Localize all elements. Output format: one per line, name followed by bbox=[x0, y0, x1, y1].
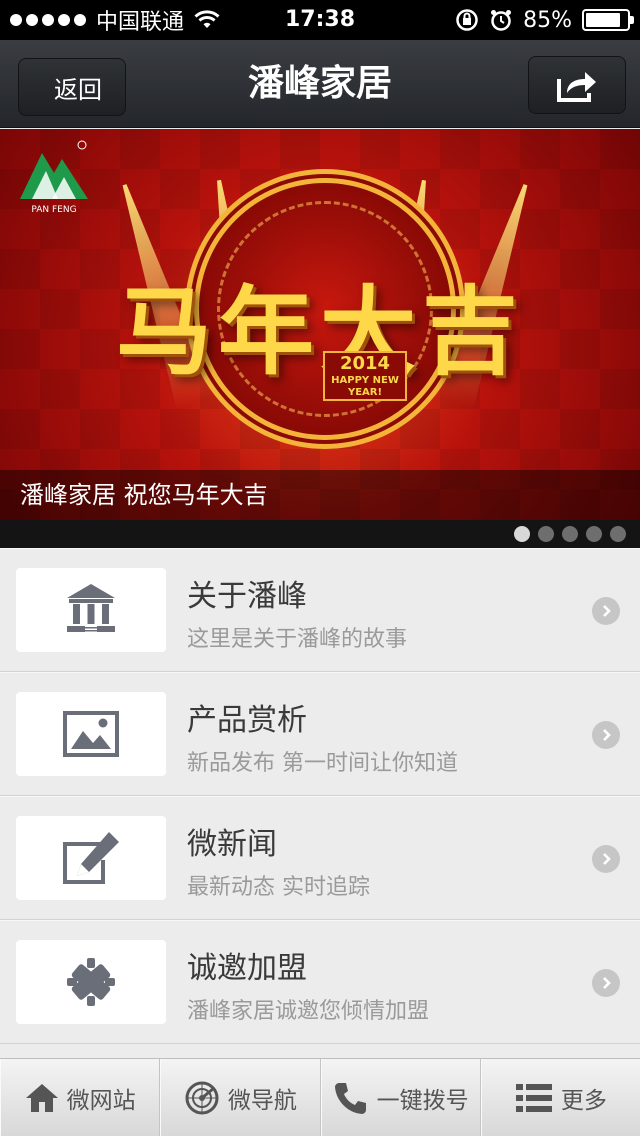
list-icon bbox=[515, 1083, 552, 1112]
tab-micro-site[interactable]: 微网站 bbox=[0, 1059, 161, 1136]
menu-item-subtitle: 最新动态 实时追踪 bbox=[187, 875, 370, 900]
mountain-logo-icon bbox=[20, 140, 88, 199]
radar-icon bbox=[185, 1081, 219, 1114]
menu-item-thumb bbox=[16, 940, 166, 1024]
status-right: 85% bbox=[455, 0, 634, 40]
alarm-icon bbox=[491, 10, 512, 31]
carousel-dots[interactable] bbox=[514, 520, 626, 548]
handshake-icon bbox=[67, 958, 115, 1006]
carousel-dot[interactable] bbox=[586, 526, 602, 542]
brand-logo: PAN FENG bbox=[18, 139, 90, 215]
menu-item-subtitle: 潘峰家居诚邀您倾情加盟 bbox=[187, 999, 430, 1024]
year-badge: 2014 HAPPY NEW YEAR! bbox=[323, 351, 407, 401]
tab-call[interactable]: 一键拨号 bbox=[320, 1059, 481, 1136]
menu-item-news[interactable]: 微新闻 最新动态 实时追踪 bbox=[0, 796, 640, 920]
share-button[interactable] bbox=[528, 56, 626, 114]
menu-item-thumb bbox=[16, 568, 166, 652]
battery-icon bbox=[582, 9, 634, 31]
promo-banner[interactable]: 马年大吉 2014 HAPPY NEW YEAR! PAN FENG 潘峰家居 … bbox=[0, 129, 640, 520]
back-button-label: 返回 bbox=[54, 75, 102, 104]
tab-label: 微导航 bbox=[227, 1087, 297, 1114]
tab-navigation[interactable]: 微导航 bbox=[160, 1059, 321, 1136]
menu-item-franchise[interactable]: 诚邀加盟 潘峰家居诚邀您倾情加盟 bbox=[0, 920, 640, 1044]
carousel-pager bbox=[0, 520, 640, 548]
menu-item-title: 微新闻 bbox=[187, 827, 277, 862]
chevron-right-icon bbox=[592, 721, 620, 749]
edit-icon bbox=[63, 832, 119, 884]
carousel-dot[interactable] bbox=[610, 526, 626, 542]
menu-item-thumb bbox=[16, 692, 166, 776]
menu-item-thumb bbox=[16, 816, 166, 900]
logo-text: PAN FENG bbox=[31, 205, 77, 215]
menu-item-title: 诚邀加盟 bbox=[187, 951, 307, 986]
menu-item-title: 关于潘峰 bbox=[187, 579, 307, 614]
chevron-right-icon bbox=[592, 969, 620, 997]
battery-fill bbox=[586, 13, 620, 27]
status-bar: 中国联通 17:38 85% bbox=[0, 0, 640, 40]
share-icon bbox=[557, 72, 596, 102]
menu-item-about[interactable]: 关于潘峰 这里是关于潘峰的故事 bbox=[0, 548, 640, 672]
menu-item-title: 产品赏析 bbox=[187, 703, 307, 738]
menu-list: 关于潘峰 这里是关于潘峰的故事 产品赏析 新品发布 第一时间让你知道 微新闻 最… bbox=[0, 548, 640, 1044]
tab-more[interactable]: 更多 bbox=[480, 1059, 640, 1136]
carousel-dot[interactable] bbox=[562, 526, 578, 542]
tab-label: 一键拨号 bbox=[376, 1087, 469, 1114]
menu-item-subtitle: 新品发布 第一时间让你知道 bbox=[187, 751, 458, 776]
year-text: 2014 bbox=[339, 353, 391, 374]
menu-item-products[interactable]: 产品赏析 新品发布 第一时间让你知道 bbox=[0, 672, 640, 796]
carousel-dot[interactable] bbox=[538, 526, 554, 542]
chevron-right-icon bbox=[592, 597, 620, 625]
bank-icon bbox=[67, 584, 115, 632]
rotation-lock-icon bbox=[456, 9, 478, 31]
menu-item-subtitle: 这里是关于潘峰的故事 bbox=[187, 627, 408, 652]
bottom-tab-bar: 微网站 微导航 一键拨号 更多 bbox=[0, 1058, 640, 1136]
carousel-dot[interactable] bbox=[514, 526, 530, 542]
chevron-right-icon bbox=[592, 845, 620, 873]
tab-label: 更多 bbox=[560, 1087, 607, 1114]
banner-headline: 马年大吉 bbox=[116, 275, 524, 388]
banner-caption: 潘峰家居 祝您马年大吉 bbox=[0, 470, 640, 520]
battery-percent: 85% bbox=[523, 7, 572, 33]
back-button[interactable]: 返回 bbox=[18, 58, 126, 116]
picture-icon bbox=[63, 711, 119, 757]
tab-label: 微网站 bbox=[66, 1087, 136, 1114]
nav-bar: 潘峰家居 返回 bbox=[0, 40, 640, 128]
year-tagline: HAPPY NEW YEAR! bbox=[331, 375, 399, 398]
home-icon bbox=[25, 1083, 58, 1112]
phone-icon bbox=[334, 1082, 366, 1114]
